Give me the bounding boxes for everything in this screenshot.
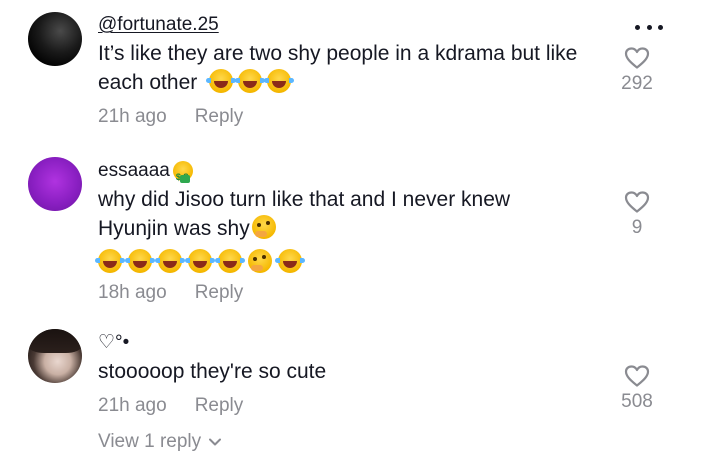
heart-outline-icon <box>624 47 650 69</box>
comment-username[interactable]: @fortunate.25 <box>98 13 613 37</box>
like-count: 9 <box>631 217 643 238</box>
reply-button[interactable]: Reply <box>195 105 244 129</box>
emoji-row <box>95 249 613 277</box>
comment-meta: 18h ago Reply <box>98 281 613 305</box>
comment-text-line: Hyunjin was shy <box>98 214 613 243</box>
comment-username[interactable]: ♡°• <box>98 331 613 355</box>
comment-meta: 21h ago Reply <box>98 394 613 418</box>
comment-text: why did Jisoo turn like that and I never… <box>98 185 613 243</box>
like-button[interactable]: 508 <box>607 364 667 414</box>
comment-text-line: why did Jisoo turn like that and I never… <box>98 188 511 211</box>
laughing-crying-emoji <box>155 249 185 273</box>
heart-outline-icon <box>624 365 650 387</box>
avatar[interactable] <box>28 12 82 66</box>
like-count: 292 <box>621 73 653 94</box>
comment-time: 21h ago <box>98 395 167 416</box>
comment-username[interactable]: essaaaa <box>98 159 613 189</box>
comment-text-line: each other <box>98 68 613 97</box>
dot <box>658 24 663 30</box>
laughing-crying-emoji <box>264 69 295 93</box>
avatar-hair <box>28 329 82 353</box>
view-replies-label[interactable]: View 1 reply <box>98 431 201 453</box>
laughing-crying-emoji <box>185 249 215 273</box>
comment-text-line: stooooop they're so cute <box>98 360 327 383</box>
chevron-down-icon <box>209 438 222 446</box>
dot <box>646 24 652 30</box>
avatar[interactable] <box>28 329 82 383</box>
comment-time: 18h ago <box>98 282 167 303</box>
like-count: 508 <box>621 391 653 412</box>
thinking-face-emoji <box>248 249 272 273</box>
laughing-crying-emoji <box>235 69 266 93</box>
view-replies-button[interactable]: View 1 reply <box>98 431 222 453</box>
comment-body: essaaaa why did Jisoo turn like that and… <box>95 159 613 305</box>
comment-body: @fortunate.25 It’s like they are two shy… <box>98 13 613 129</box>
reply-button[interactable]: Reply <box>195 394 244 418</box>
comment-time: 21h ago <box>98 106 167 127</box>
heart-outline-icon <box>624 191 650 213</box>
laughing-crying-emoji <box>215 249 245 273</box>
laughing-crying-emoji <box>206 69 237 93</box>
laughing-crying-emoji <box>125 249 155 273</box>
thinking-face-emoji <box>251 215 276 239</box>
comment-body: ♡°• stooooop they're so cute 21h ago Rep… <box>98 331 613 418</box>
comment-text: It’s like they are two shy people in a k… <box>98 39 613 97</box>
like-button[interactable]: 292 <box>607 46 667 96</box>
laughing-crying-emoji <box>95 249 125 273</box>
like-button[interactable]: 9 <box>607 190 667 240</box>
money-mouth-emoji <box>172 161 193 189</box>
comment-text: stooooop they're so cute <box>98 357 613 386</box>
reply-button[interactable]: Reply <box>195 281 244 305</box>
laughing-crying-emoji <box>275 249 305 273</box>
dot <box>635 24 640 30</box>
avatar[interactable] <box>28 157 82 211</box>
comment-text-line: It’s like they are two shy people in a k… <box>98 42 578 65</box>
more-options-icon[interactable] <box>635 22 663 32</box>
comment-meta: 21h ago Reply <box>98 105 613 129</box>
